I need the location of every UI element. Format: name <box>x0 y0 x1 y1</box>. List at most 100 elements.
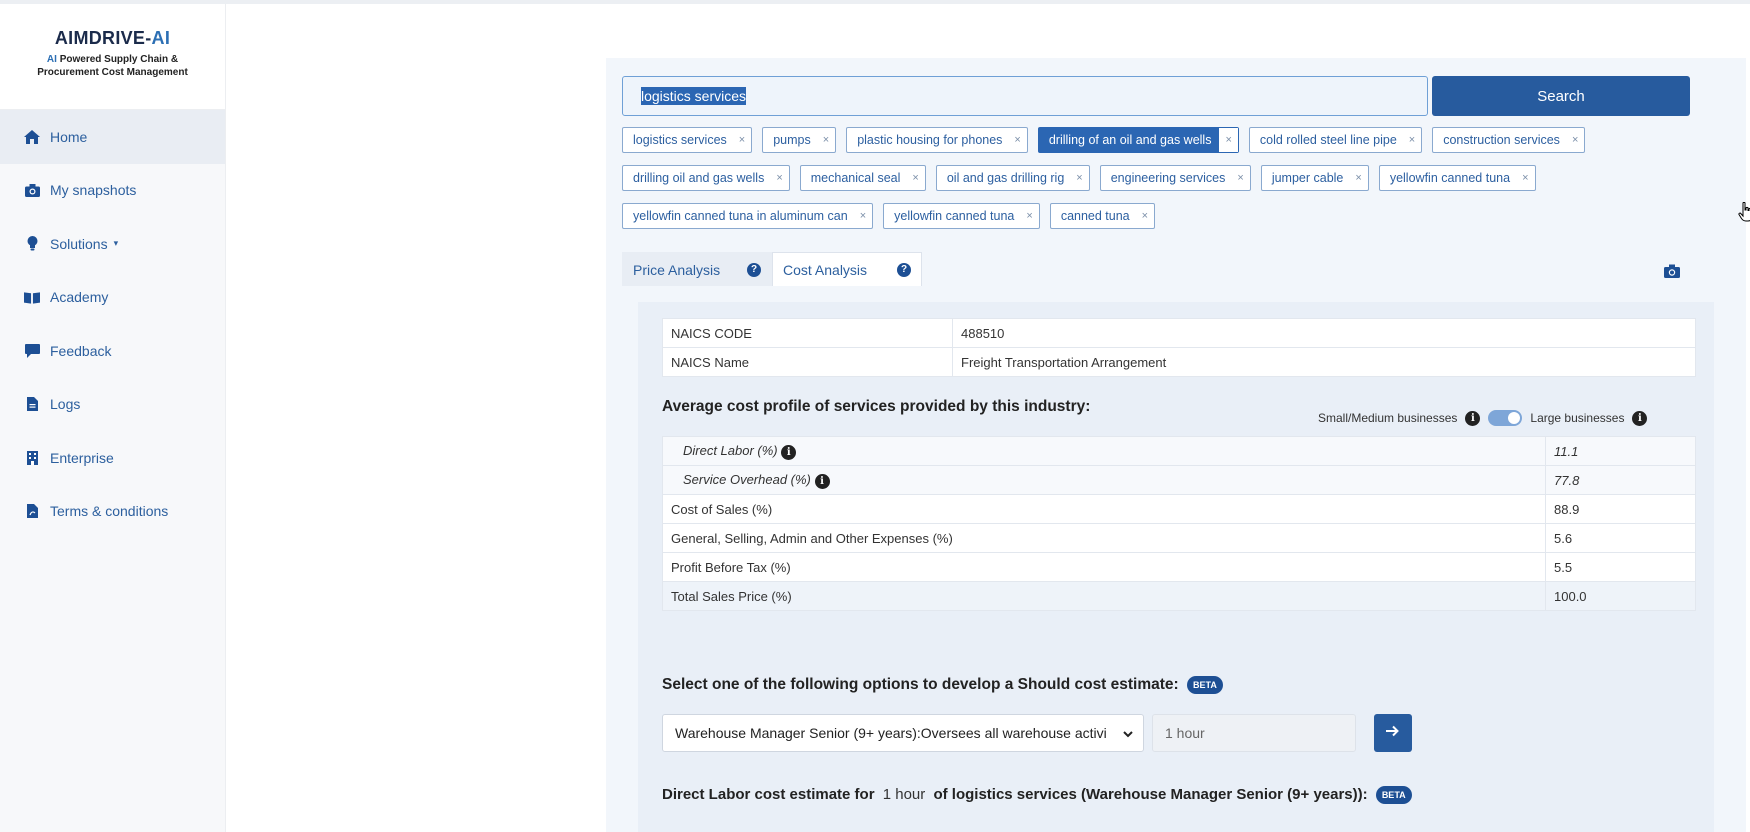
info-icon[interactable]: i <box>814 473 830 489</box>
search-chip[interactable]: canned tuna × <box>1049 203 1156 229</box>
sidebar-item-enterprise[interactable]: Enterprise <box>0 431 225 485</box>
close-icon[interactable]: × <box>1076 172 1082 184</box>
brand-title: AIMDRIVE-AI <box>54 28 171 48</box>
brand-subtitle: AI Powered Supply Chain & Procurement Co… <box>37 54 188 78</box>
chip-row: yellowfin canned tuna in aluminum can × y… <box>622 203 1732 229</box>
search-chip[interactable]: mechanical seal × <box>799 165 926 191</box>
naics-code-value: 488510 <box>952 318 1696 348</box>
sidebar-item-label: Solutions <box>50 235 108 252</box>
close-icon[interactable]: × <box>1409 134 1415 146</box>
table-row: General, Selling, Admin and Other Expens… <box>662 523 1696 553</box>
table-row: Direct Labor (%) i 11.1 <box>662 436 1696 466</box>
hours-input[interactable]: 1 hour <box>1152 714 1356 752</box>
info-icon[interactable]: i <box>1465 410 1481 426</box>
top-border <box>0 0 1750 4</box>
search-chip[interactable]: yellowfin canned tuna in aluminum can × <box>622 203 874 229</box>
snapshot-camera-icon[interactable] <box>1664 264 1680 283</box>
beta-badge: BETA <box>1187 676 1223 694</box>
search-chip[interactable]: logistics services × <box>622 127 753 153</box>
book-icon <box>24 289 40 305</box>
should-cost-controls: Warehouse Manager Senior (9+ years):Over… <box>662 714 1412 752</box>
table-row: Cost of Sales (%) 88.9 <box>662 494 1696 524</box>
close-icon[interactable]: × <box>776 172 782 184</box>
search-chip[interactable]: plastic housing for phones × <box>846 127 1028 153</box>
naics-name-value: Freight Transportation Arrangement <box>952 347 1696 377</box>
search-chip[interactable]: engineering services × <box>1099 165 1251 191</box>
direct-labor-estimate-title: Direct Labor cost estimate for 1 hour of… <box>662 786 1412 805</box>
hand-cursor-icon <box>1738 201 1750 227</box>
chip-row: drilling oil and gas wells × mechanical s… <box>622 165 1732 191</box>
sidebar-item-label: My snapshots <box>50 182 137 199</box>
search-button[interactable]: Search <box>1432 76 1690 116</box>
table-row: NAICS CODE 488510 <box>662 318 1696 348</box>
sidebar-item-label: Enterprise <box>50 449 114 466</box>
cost-row-label: Direct Labor (%) i <box>662 436 1546 466</box>
business-size-toggle[interactable] <box>1488 410 1523 426</box>
close-icon[interactable]: × <box>860 210 866 222</box>
close-icon[interactable]: × <box>1014 134 1020 146</box>
close-icon[interactable]: × <box>1355 172 1361 184</box>
analysis-tabs: Price Analysis ? Cost Analysis ? <box>622 252 922 286</box>
file-icon <box>24 396 40 412</box>
sidebar-item-label: Feedback <box>50 342 112 359</box>
close-icon[interactable]: × <box>912 172 918 184</box>
sidebar-item-label: Home <box>50 128 88 145</box>
close-icon[interactable]: × <box>1142 210 1148 222</box>
close-icon[interactable]: × <box>823 134 829 146</box>
cost-profile-table: Direct Labor (%) i 11.1 Service Overhead… <box>662 436 1696 611</box>
search-chip[interactable]: yellowfin canned tuna × <box>883 203 1040 229</box>
sidebar-item-academy[interactable]: Academy <box>0 271 225 325</box>
arrow-right-icon <box>1386 724 1400 742</box>
sidebar-item-home[interactable]: Home <box>0 110 225 164</box>
search-chip[interactable]: drilling oil and gas wells × <box>622 165 790 191</box>
sidebar: AIMDRIVE-AI AI Powered Supply Chain & Pr… <box>0 4 226 832</box>
tab-price-analysis[interactable]: Price Analysis ? <box>622 252 772 286</box>
brand-logo[interactable]: AIMDRIVE-AI AI Powered Supply Chain & Pr… <box>0 4 225 110</box>
tab-cost-analysis[interactable]: Cost Analysis ? <box>772 252 922 286</box>
help-icon[interactable]: ? <box>747 262 761 277</box>
search-chip[interactable]: construction services × <box>1432 127 1586 153</box>
close-icon[interactable]: × <box>1219 128 1238 152</box>
sidebar-item-logs[interactable]: Logs <box>0 378 225 432</box>
cost-row-value: 77.8 <box>1545 465 1696 495</box>
chevron-down-icon <box>1123 725 1133 741</box>
search-chip[interactable]: oil and gas drilling rig × <box>935 165 1090 191</box>
camera-icon <box>24 182 40 198</box>
should-cost-title: Select one of the following options to d… <box>662 676 1223 694</box>
close-icon[interactable]: × <box>1026 210 1032 222</box>
cost-row-value: 11.1 <box>1545 436 1696 466</box>
comment-icon <box>24 343 40 359</box>
close-icon[interactable]: × <box>1522 172 1528 184</box>
sidebar-item-feedback[interactable]: Feedback <box>0 324 225 378</box>
cost-row-label: General, Selling, Admin and Other Expens… <box>662 523 1546 553</box>
close-icon[interactable]: × <box>739 134 745 146</box>
sidebar-item-label: Logs <box>50 396 81 413</box>
search-chip[interactable]: pumps × <box>762 127 837 153</box>
search-input[interactable]: logistics services <box>622 76 1428 116</box>
search-chip-hovered[interactable]: drilling of an oil and gas wells × <box>1037 127 1239 153</box>
close-icon[interactable]: × <box>1572 134 1578 146</box>
cost-profile-title: Average cost profile of services provide… <box>662 398 1091 415</box>
sidebar-item-solutions[interactable]: Solutions ▾ <box>0 217 225 271</box>
business-size-toggle-group: Small/Medium businesses i Large business… <box>1318 410 1648 426</box>
search-input-value: logistics services <box>641 87 747 105</box>
cost-row-label: Cost of Sales (%) <box>662 494 1546 524</box>
info-icon[interactable]: i <box>781 444 797 460</box>
recent-searches: logistics services × pumps × plastic housi… <box>622 127 1732 241</box>
sidebar-item-terms-and-conditions[interactable]: Terms & conditions <box>0 485 225 539</box>
sidebar-item-my-snapshots[interactable]: My snapshots <box>0 164 225 218</box>
help-icon[interactable]: ? <box>897 262 911 277</box>
cost-analysis-card: NAICS CODE 488510 NAICS Name Freight Tra… <box>638 302 1714 832</box>
search-chip[interactable]: jumper cable × <box>1260 165 1369 191</box>
search-chip[interactable]: cold rolled steel line pipe × <box>1248 127 1423 153</box>
calculate-button[interactable] <box>1374 714 1412 752</box>
close-icon[interactable]: × <box>1237 172 1243 184</box>
sidebar-nav: Home My snapshots Solutions ▾ Academy Fe… <box>0 110 225 538</box>
search-chip[interactable]: yellowfin canned tuna × <box>1378 165 1536 191</box>
main-panel: logistics services Search logistics serv… <box>606 58 1750 832</box>
labor-role-select[interactable]: Warehouse Manager Senior (9+ years):Over… <box>662 714 1144 752</box>
home-icon <box>24 129 40 145</box>
info-icon[interactable]: i <box>1632 410 1648 426</box>
table-row: NAICS Name Freight Transportation Arrang… <box>662 347 1696 377</box>
cost-row-value: 5.5 <box>1545 552 1696 582</box>
